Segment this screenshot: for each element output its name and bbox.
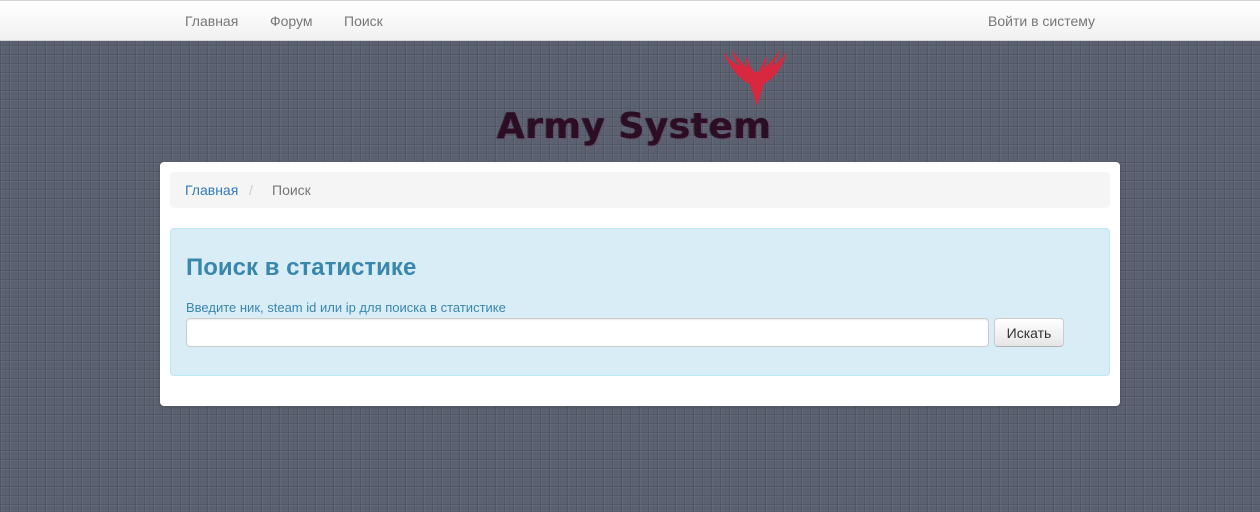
search-label: Введите ник, steam id или ip для поиска … bbox=[186, 300, 506, 315]
nav-search-link[interactable]: Поиск bbox=[344, 13, 383, 29]
search-button[interactable]: Искать bbox=[994, 318, 1064, 347]
main-panel: Главная / Поиск Поиск в статистике Введи… bbox=[160, 162, 1120, 406]
search-input[interactable] bbox=[186, 318, 989, 347]
breadcrumb-current: Поиск bbox=[272, 182, 311, 198]
site-logo[interactable]: Army System bbox=[497, 48, 789, 153]
nav-login-link[interactable]: Войти в систему bbox=[988, 13, 1095, 29]
search-info-box: Поиск в статистике Введите ник, steam id… bbox=[170, 228, 1110, 376]
breadcrumb-home-link[interactable]: Главная bbox=[185, 172, 238, 208]
nav-forum-link[interactable]: Форум bbox=[270, 13, 313, 29]
breadcrumb: Главная / Поиск bbox=[170, 172, 1110, 208]
breadcrumb-separator: / bbox=[249, 182, 253, 198]
phoenix-icon bbox=[723, 50, 787, 106]
nav-home-link[interactable]: Главная bbox=[185, 13, 238, 29]
top-navbar: Главная Форум Поиск Войти в систему bbox=[0, 0, 1260, 41]
logo-text: Army System bbox=[497, 106, 772, 147]
search-title: Поиск в статистике bbox=[186, 254, 417, 281]
